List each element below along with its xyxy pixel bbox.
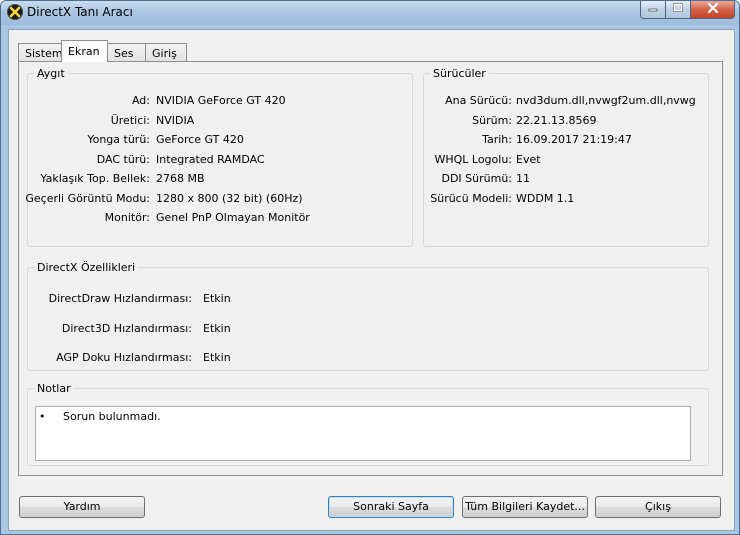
driver-ddi-value: 11 (516, 172, 530, 185)
notes-group: Notlar • Sorun bulunmadı. (27, 382, 709, 466)
driver-date-label: Tarih: (482, 133, 512, 146)
agp-value: Etkin (203, 351, 231, 364)
note-item: • Sorun bulunmadı. (39, 410, 161, 423)
driver-main-value: nvd3dum.dll,nvwgf2um.dll,nvwgf2um (516, 94, 696, 107)
device-dac-type-value: Integrated RAMDAC (156, 153, 265, 166)
dialog-client-area: Sistem Ekran Ses Giriş Aygıt Ad: NVIDIA … (8, 29, 735, 531)
driver-main-label: Ana Sürücü: (445, 94, 512, 107)
minimize-icon (648, 3, 658, 16)
directx-diagnostic-window: DirectX Tanı Aracı Sistem Ekran Ses Giri… (0, 0, 740, 535)
feature-row-directdraw: DirectDraw Hızlandırması: Etkin (28, 292, 698, 306)
direct3d-label: Direct3D Hızlandırması: (61, 322, 192, 335)
driver-row-model: Sürücü Modeli: WDDM 1.1 (424, 192, 704, 206)
directx-features-group: DirectX Özellikleri DirectDraw Hızlandır… (27, 261, 709, 371)
device-row-display-mode: Geçerli Görüntü Modu: 1280 x 800 (32 bit… (25, 192, 408, 206)
directx-features-title: DirectX Özellikleri (37, 261, 136, 274)
device-name-label: Ad: (131, 94, 150, 107)
driver-ddi-label: DDI Sürümü: (441, 172, 512, 185)
tab-input[interactable]: Giriş (145, 43, 187, 61)
device-row-name: Ad: NVIDIA GeForce GT 420 (28, 94, 408, 108)
device-chip-type-label: Yonga türü: (87, 133, 150, 146)
device-group: Aygıt Ad: NVIDIA GeForce GT 420 Üretici:… (25, 67, 413, 247)
device-row-chip-type: Yonga türü: GeForce GT 420 (28, 133, 408, 147)
direct3d-value: Etkin (203, 322, 231, 335)
device-monitor-label: Monitör: (104, 211, 150, 224)
window-controls (640, 1, 735, 20)
close-icon (707, 2, 719, 16)
device-manufacturer-label: Üretici: (110, 114, 150, 127)
save-all-info-button[interactable]: Tüm Bilgileri Kaydet... (462, 496, 588, 518)
window-title: DirectX Tanı Aracı (27, 5, 133, 19)
driver-version-value: 22.21.13.8569 (516, 114, 597, 127)
driver-row-main: Ana Sürücü: nvd3dum.dll,nvwgf2um.dll,nvw… (424, 94, 704, 108)
agp-label: AGP Doku Hızlandırması: (56, 351, 192, 364)
minimize-button[interactable] (640, 1, 666, 19)
device-group-title: Aygıt (37, 67, 65, 80)
driver-model-value: WDDM 1.1 (516, 192, 575, 205)
device-manufacturer-value: NVIDIA (156, 114, 195, 127)
tab-system[interactable]: Sistem (18, 43, 63, 61)
driver-row-whql: WHQL Logolu: Evet (424, 153, 704, 167)
driver-whql-value: Evet (516, 153, 541, 166)
help-button[interactable]: Yardım (19, 496, 145, 518)
driver-row-date: Tarih: 16.09.2017 21:19:47 (424, 133, 704, 147)
next-page-button[interactable]: Sonraki Sayfa (328, 496, 454, 518)
driver-whql-label: WHQL Logolu: (434, 153, 512, 166)
drivers-group-title: Sürücüler (433, 67, 486, 80)
device-row-dac-type: DAC türü: Integrated RAMDAC (28, 153, 408, 167)
directdraw-label: DirectDraw Hızlandırması: (48, 292, 192, 305)
driver-version-label: Sürüm: (472, 114, 512, 127)
drivers-group: Sürücüler Ana Sürücü: nvd3dum.dll,nvwgf2… (423, 67, 709, 247)
feature-row-direct3d: Direct3D Hızlandırması: Etkin (28, 322, 698, 336)
driver-date-value: 16.09.2017 21:19:47 (516, 133, 632, 146)
device-dac-type-label: DAC türü: (96, 153, 150, 166)
display-tab-panel: Aygıt Ad: NVIDIA GeForce GT 420 Üretici:… (18, 61, 723, 476)
device-row-monitor: Monitör: Genel PnP Olmayan Monitör (28, 211, 408, 225)
close-button[interactable] (691, 1, 735, 19)
device-memory-value: 2768 MB (156, 172, 205, 185)
notes-textbox[interactable]: • Sorun bulunmadı. (35, 406, 691, 461)
driver-row-version: Sürüm: 22.21.13.8569 (424, 114, 704, 128)
note-text: Sorun bulunmadı. (63, 410, 161, 423)
device-display-mode-label: Geçerli Görüntü Modu: (25, 192, 150, 205)
device-name-value: NVIDIA GeForce GT 420 (156, 94, 286, 107)
note-bullet: • (39, 410, 46, 423)
tab-display[interactable]: Ekran (61, 40, 108, 62)
directdraw-value: Etkin (203, 292, 231, 305)
tab-sound[interactable]: Ses (107, 43, 146, 61)
feature-row-agp: AGP Doku Hızlandırması: Etkin (28, 351, 698, 365)
directx-icon (7, 4, 23, 20)
exit-button[interactable]: Çıkış (595, 496, 721, 518)
device-chip-type-value: GeForce GT 420 (156, 133, 244, 146)
title-bar[interactable]: DirectX Tanı Aracı (1, 1, 739, 25)
maximize-icon (673, 3, 683, 16)
device-row-memory: Yaklaşık Top. Bellek: 2768 MB (28, 172, 408, 186)
device-row-manufacturer: Üretici: NVIDIA (28, 114, 408, 128)
device-memory-label: Yaklaşık Top. Bellek: (40, 172, 150, 185)
driver-model-label: Sürücü Modeli: (430, 192, 512, 205)
maximize-button[interactable] (666, 1, 691, 19)
device-display-mode-value: 1280 x 800 (32 bit) (60Hz) (156, 192, 303, 205)
device-monitor-value: Genel PnP Olmayan Monitör (156, 211, 310, 224)
driver-row-ddi: DDI Sürümü: 11 (424, 172, 704, 186)
notes-title: Notlar (37, 382, 71, 395)
